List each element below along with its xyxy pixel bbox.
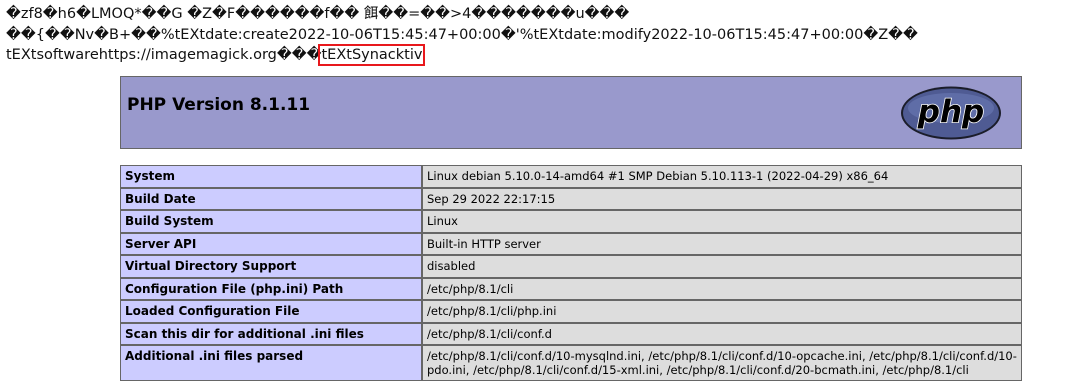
info-value: /etc/php/8.1/cli xyxy=(422,277,1022,300)
raw-binary-output: �zf8�h6�LMOQ*��G �Z�F������f�� 餌��=��>4�… xyxy=(6,4,918,66)
info-label: Build Date xyxy=(120,187,422,210)
info-value: disabled xyxy=(422,255,1022,278)
table-row: Server API Built-in HTTP server xyxy=(120,232,1022,255)
info-label: Additional .ini files parsed xyxy=(120,345,422,381)
php-logo-text: php xyxy=(917,94,984,130)
info-label: Virtual Directory Support xyxy=(120,255,422,278)
binary-line-2: ��{��Nv�B+��%tEXtdate:create2022-10-06T1… xyxy=(6,26,918,43)
table-row: Scan this dir for additional .ini files /… xyxy=(120,322,1022,345)
table-row: Build Date Sep 29 2022 22:17:15 xyxy=(120,187,1022,210)
info-value: Built-in HTTP server xyxy=(422,232,1022,255)
info-value: /etc/php/8.1/cli/php.ini xyxy=(422,300,1022,323)
table-row: Configuration File (php.ini) Path/etc/ph… xyxy=(120,277,1022,300)
table-row: Virtual Directory Support disabled xyxy=(120,255,1022,278)
info-label: Build System xyxy=(120,210,422,233)
table-row: Additional .ini files parsed/etc/php/8.1… xyxy=(120,345,1022,381)
info-value: Linux xyxy=(422,210,1022,233)
php-version-header: PHP Version 8.1.11 php xyxy=(120,76,1022,149)
info-label: Server API xyxy=(120,232,422,255)
binary-line-3: tEXtsoftwarehttps://imagemagick.org��� xyxy=(6,47,322,63)
table-row: Build System Linux xyxy=(120,210,1022,233)
binary-line-1: �zf8�h6�LMOQ*��G �Z�F������f�� 餌��=��>4�… xyxy=(6,6,630,22)
info-value: /etc/php/8.1/cli/conf.d xyxy=(422,322,1022,345)
info-label: System xyxy=(120,165,422,188)
info-value: /etc/php/8.1/cli/conf.d/10-mysqlnd.ini, … xyxy=(422,345,1022,381)
info-label: Loaded Configuration File xyxy=(120,300,422,323)
table-row: Loaded Configuration File/etc/php/8.1/cl… xyxy=(120,300,1022,323)
info-label: Configuration File (php.ini) Path xyxy=(120,277,422,300)
page-title: PHP Version 8.1.11 xyxy=(127,95,311,115)
php-logo-icon: php xyxy=(901,86,1001,140)
info-value: Sep 29 2022 22:17:15 xyxy=(422,187,1022,210)
table-row: System Linux debian 5.10.0-14-amd64 #1 SM… xyxy=(120,165,1022,188)
info-value: Linux debian 5.10.0-14-amd64 #1 SMP Debi… xyxy=(422,165,1022,188)
info-label: Scan this dir for additional .ini files xyxy=(120,322,422,345)
php-info-table: System Linux debian 5.10.0-14-amd64 #1 SM… xyxy=(120,165,1022,381)
highlighted-text-chunk: tEXtSynacktiv xyxy=(318,44,426,66)
